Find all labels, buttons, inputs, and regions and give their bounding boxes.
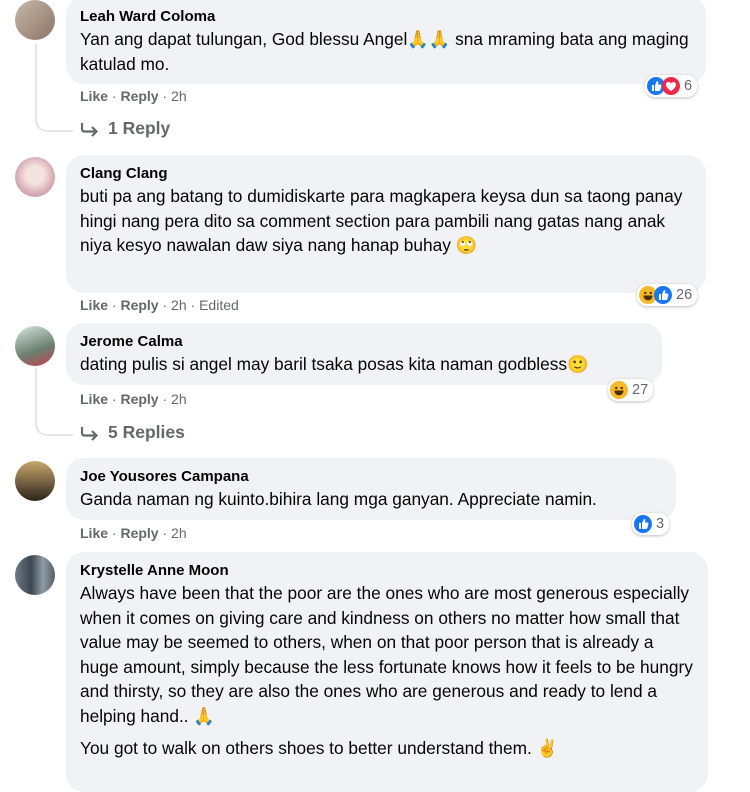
reaction-count: 3 (656, 516, 665, 532)
comment-actions: Like · Reply · 2h (80, 88, 187, 104)
like-icon (654, 286, 672, 304)
like-button[interactable]: Like (80, 88, 108, 104)
avatar[interactable] (15, 555, 55, 595)
reaction-count: 26 (676, 287, 693, 303)
reaction-count: 6 (684, 78, 693, 94)
reply-button[interactable]: Reply (120, 525, 158, 541)
comment-time[interactable]: 2h (171, 88, 187, 104)
comment-text: buti pa ang batang to dumidiskarte para … (80, 186, 683, 255)
comment-author[interactable]: Jerome Calma (80, 332, 648, 351)
comment-time[interactable]: 2h (171, 297, 187, 313)
comment-text: Always have been that the poor are the o… (80, 583, 693, 726)
comment-author[interactable]: Leah Ward Coloma (80, 7, 692, 26)
comment-text: Ganda naman ng kuinto.bihira lang mga ga… (80, 489, 597, 509)
replies-label: 5 Replies (108, 422, 185, 442)
comment-text: Yan ang dapat tulungan, God blessu Angel… (80, 29, 689, 74)
view-replies-button[interactable]: 5 Replies (80, 422, 185, 443)
reaction-summary[interactable]: 27 (608, 379, 654, 401)
reply-arrow-icon (80, 122, 99, 137)
comment-bubble: Krystelle Anne Moon Always have been tha… (66, 552, 708, 792)
edited-label[interactable]: Edited (199, 297, 239, 313)
reaction-summary[interactable]: 6 (645, 75, 698, 97)
comment-text-paragraph-2: You got to walk on others shoes to bette… (80, 738, 559, 758)
comment-bubble: Clang Clang buti pa ang batang to dumidi… (66, 155, 706, 293)
comment-author[interactable]: Joe Yousores Campana (80, 467, 662, 486)
comment-bubble: Leah Ward Coloma Yan ang dapat tulungan,… (66, 0, 706, 84)
comment-text: dating pulis si angel may baril tsaka po… (80, 354, 589, 374)
reply-button[interactable]: Reply (120, 391, 158, 407)
reply-button[interactable]: Reply (120, 88, 158, 104)
like-button[interactable]: Like (80, 525, 108, 541)
replies-label: 1 Reply (108, 118, 171, 138)
comment-actions: Like · Reply · 2h (80, 391, 187, 407)
reply-thread-line (35, 44, 73, 132)
haha-icon (610, 381, 628, 399)
avatar[interactable] (15, 157, 55, 197)
comment-bubble: Joe Yousores Campana Ganda naman ng kuin… (66, 458, 676, 520)
comment-bubble: Jerome Calma dating pulis si angel may b… (66, 323, 662, 385)
comment-author[interactable]: Krystelle Anne Moon (80, 561, 694, 580)
like-button[interactable]: Like (80, 297, 108, 313)
reply-thread-line (35, 368, 73, 436)
like-icon (634, 515, 652, 533)
reaction-summary[interactable]: 3 (632, 513, 670, 535)
reaction-summary[interactable]: 26 (637, 284, 698, 306)
reaction-count: 27 (632, 382, 649, 398)
comment-time[interactable]: 2h (171, 525, 187, 541)
love-icon (662, 77, 680, 95)
view-replies-button[interactable]: 1 Reply (80, 118, 170, 139)
like-button[interactable]: Like (80, 391, 108, 407)
comment-actions: Like · Reply · 2h · Edited (80, 297, 239, 313)
avatar[interactable] (15, 461, 55, 501)
avatar[interactable] (15, 0, 55, 40)
comment-author[interactable]: Clang Clang (80, 164, 692, 183)
comment-actions: Like · Reply · 2h (80, 525, 187, 541)
reply-arrow-icon (80, 426, 99, 441)
reply-button[interactable]: Reply (120, 297, 158, 313)
avatar[interactable] (15, 326, 55, 366)
comment-time[interactable]: 2h (171, 391, 187, 407)
